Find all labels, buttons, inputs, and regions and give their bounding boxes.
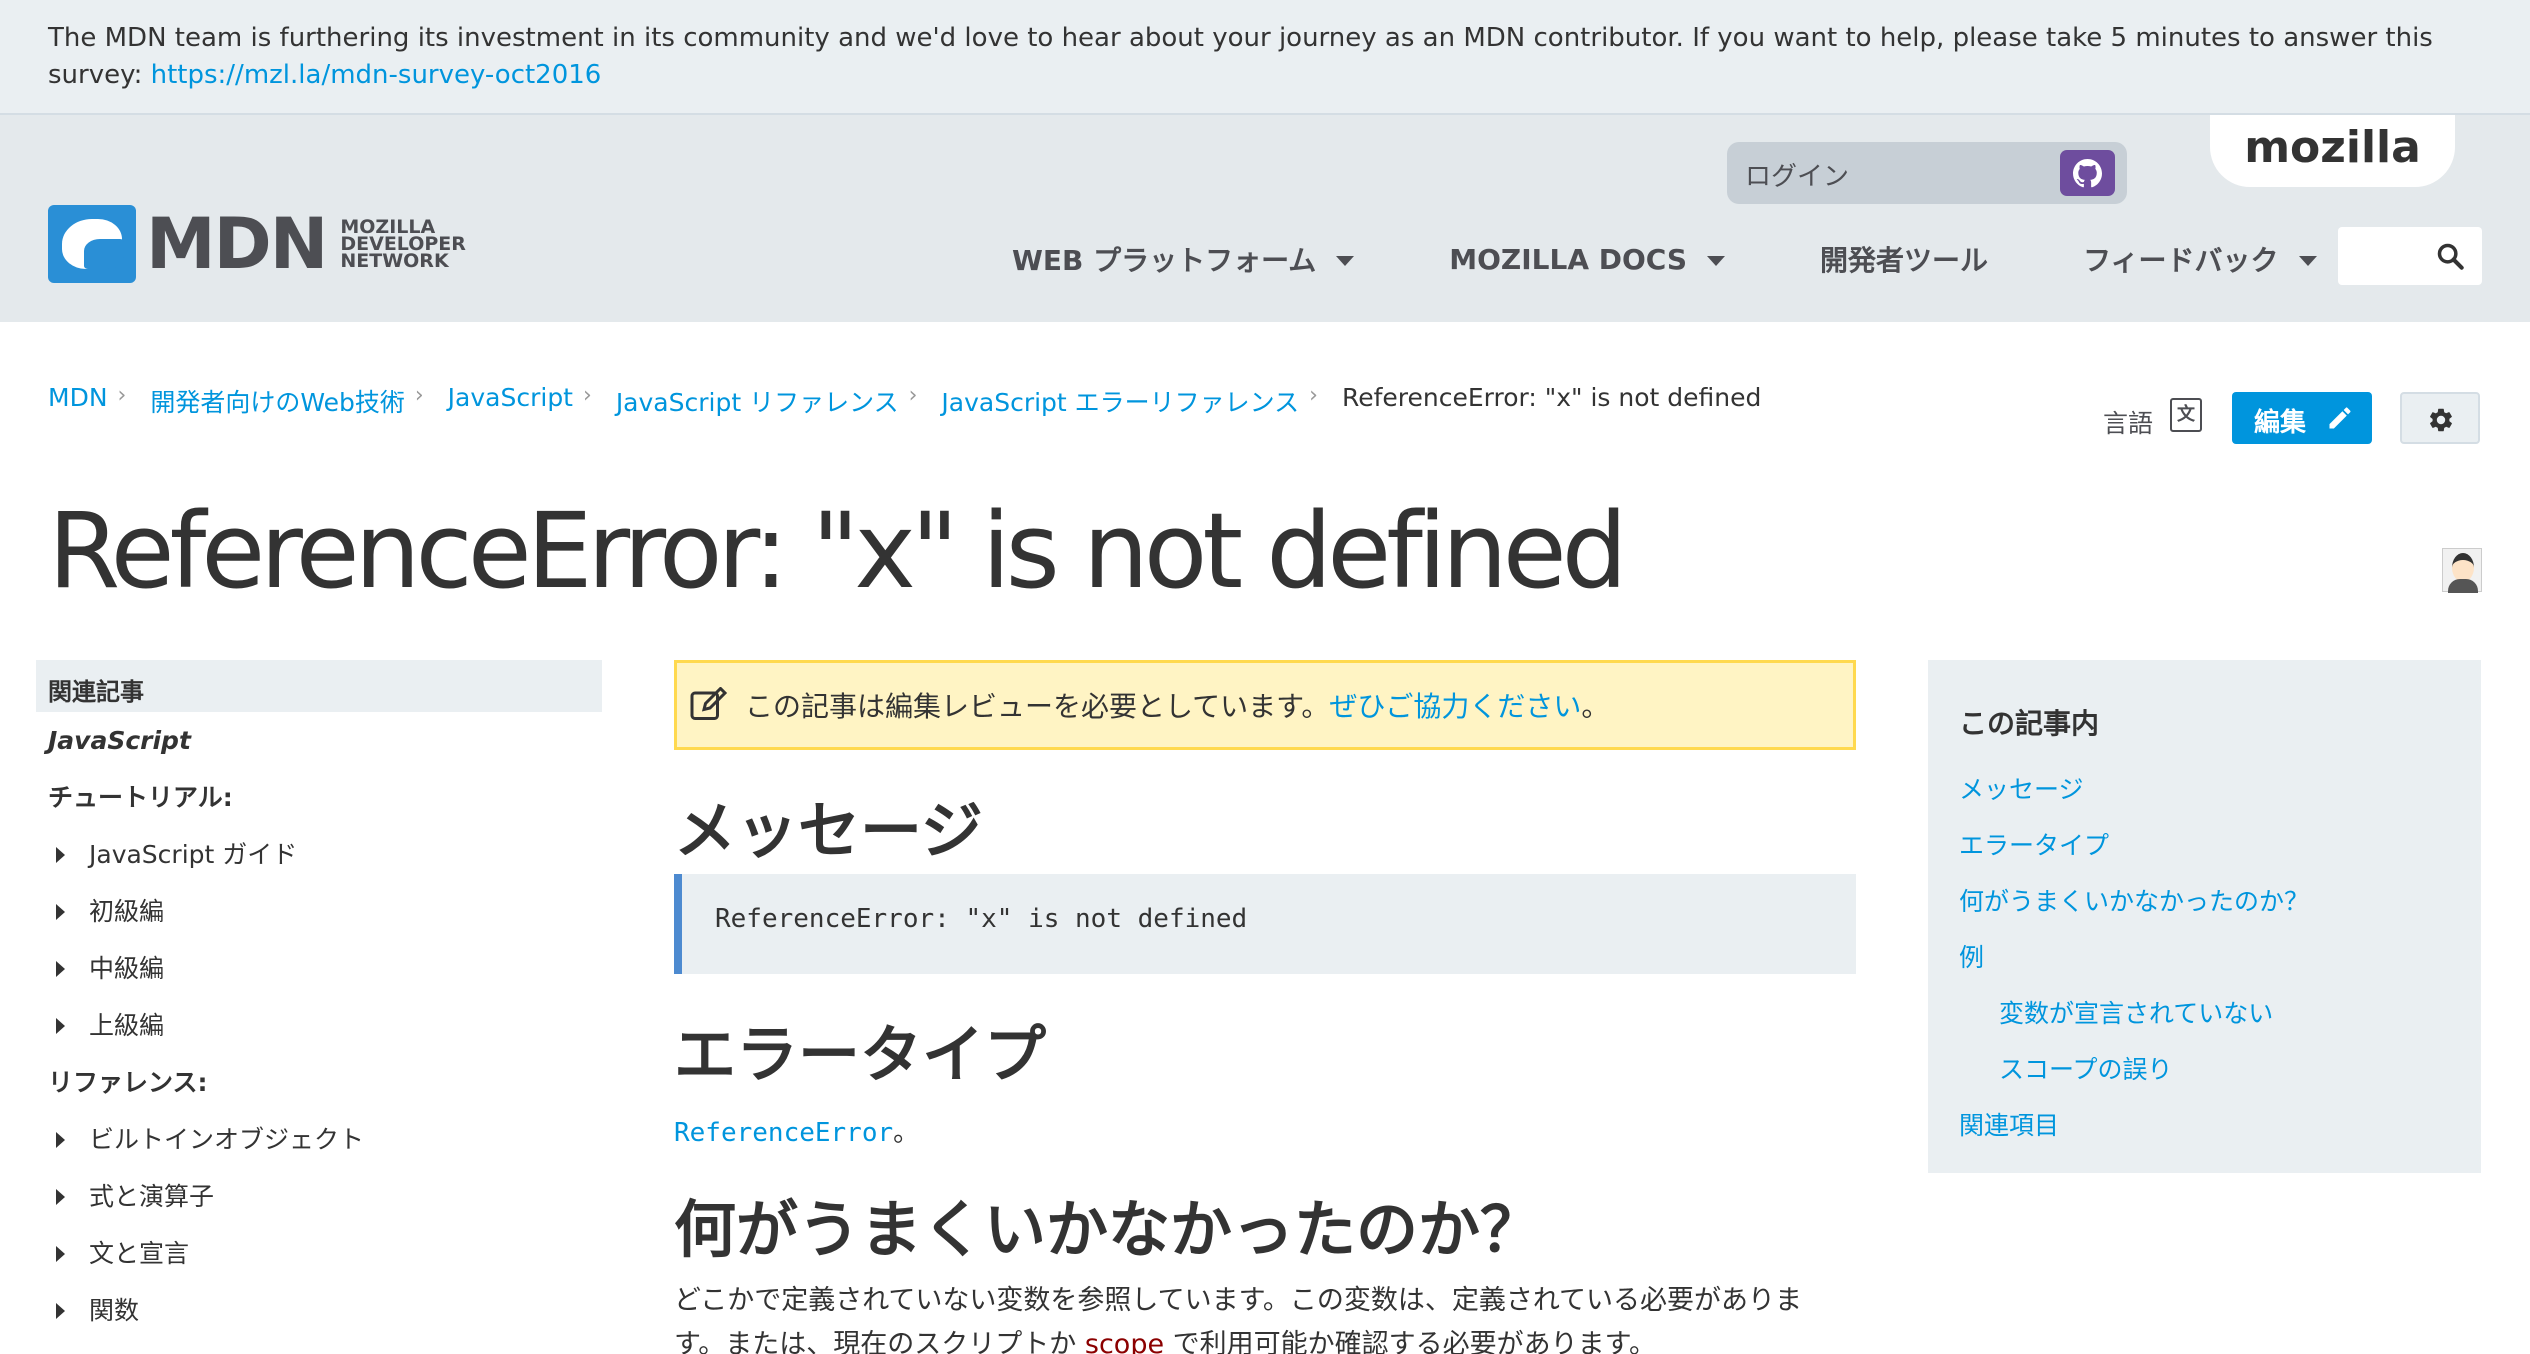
toc-title: この記事内 — [1959, 707, 2100, 740]
table-of-contents: この記事内 メッセージ エラータイプ 何がうまくいかなかったのか？ 例 変数が宣… — [1928, 660, 2481, 1173]
page-title: ReferenceError: "x" is not defined — [48, 490, 1628, 612]
chevron-right-icon: › — [414, 383, 424, 408]
language-label[interactable]: 言語 — [2103, 404, 2153, 440]
breadcrumb-js-errors[interactable]: JavaScript エラーリファレンス — [941, 383, 1299, 419]
chevron-down-icon — [1336, 256, 1355, 266]
github-login-button[interactable] — [2060, 150, 2115, 196]
sidebar-heading: 関連記事 — [36, 660, 602, 712]
gear-icon — [2430, 408, 2452, 432]
error-type-line: ReferenceError。 — [674, 1118, 920, 1148]
chevron-down-icon — [1707, 256, 1726, 266]
expand-arrow-icon — [56, 1302, 65, 1319]
translate-icon[interactable]: 文 — [2170, 398, 2202, 432]
sidebar-item-beginner[interactable]: 初級編 — [36, 883, 602, 940]
expand-arrow-icon — [56, 1131, 65, 1148]
nav-mozilla-docs[interactable]: MOZILLA DOCS — [1449, 239, 1726, 279]
chevron-down-icon — [2298, 256, 2317, 266]
sidebar-item-intermediate[interactable]: 中級編 — [36, 940, 602, 997]
github-icon — [2073, 159, 2102, 188]
sidebar-item-javascript[interactable]: JavaScript — [36, 712, 602, 769]
expand-arrow-icon — [56, 903, 65, 920]
expand-arrow-icon — [56, 1245, 65, 1262]
message-code-block: ReferenceError: "x" is not defined — [674, 874, 1856, 974]
toc-item-examples[interactable]: 例 — [1959, 930, 2450, 986]
nav-developer-tools[interactable]: 開発者ツール — [1820, 239, 1988, 279]
sidebar-item-builtins[interactable]: ビルトインオブジェクト — [36, 1111, 602, 1168]
chevron-right-icon: › — [1309, 383, 1318, 408]
sidebar-item-functions[interactable]: 関数 — [36, 1282, 602, 1339]
breadcrumb-current: ReferenceError: "x" is not defined — [1341, 383, 1762, 412]
sidebar-item-guide[interactable]: JavaScript ガイド — [36, 826, 602, 883]
edit-button[interactable]: 編集 — [2232, 392, 2372, 444]
dinosaur-logo-icon — [48, 205, 136, 283]
article-content: この記事は編集レビューを必要としています。 ぜひご協力ください。 メッセージ Re… — [674, 660, 1856, 1354]
site-header: MDN MOZILLA DEVELOPER NETWORK mozilla ログ… — [0, 113, 2530, 322]
sidebar-item-advanced[interactable]: 上級編 — [36, 997, 602, 1054]
toc-item-see-also[interactable]: 関連項目 — [1959, 1098, 2450, 1154]
toc-item-what-went-wrong[interactable]: 何がうまくいかなかったのか？ — [1959, 874, 2450, 930]
breadcrumb-js-reference[interactable]: JavaScript リファレンス — [616, 383, 899, 419]
toc-item-not-declared[interactable]: 変数が宣言されていない — [1959, 986, 2450, 1042]
expand-arrow-icon — [56, 1188, 65, 1205]
reference-error-link[interactable]: ReferenceError — [674, 1118, 893, 1148]
sidebar-item-statements[interactable]: 文と宣言 — [36, 1225, 602, 1282]
sidebar-tutorials-label: チュートリアル: — [48, 783, 233, 812]
scope-link[interactable]: scope — [1085, 1329, 1164, 1354]
notice-help-link[interactable]: ぜひご協力ください — [1329, 685, 1581, 725]
search-icon — [2437, 243, 2464, 270]
chevron-right-icon: › — [583, 383, 592, 408]
login-label: ログイン — [1745, 162, 1850, 192]
chevron-right-icon: › — [117, 383, 127, 408]
survey-link[interactable]: https://mzl.la/mdn-survey-oct2016 — [151, 60, 602, 90]
pencil-icon — [2329, 407, 2351, 429]
expand-arrow-icon — [56, 960, 65, 977]
toc-item-error-type[interactable]: エラータイプ — [1959, 818, 2450, 874]
heading-error-type: エラータイプ — [674, 1018, 1047, 1091]
notice-text: この記事は編集レビューを必要としています。 — [745, 690, 1330, 723]
contributor-avatar[interactable] — [2442, 548, 2482, 593]
toc-item-message[interactable]: メッセージ — [1959, 762, 2450, 818]
search-input[interactable] — [2338, 227, 2482, 285]
expand-arrow-icon — [56, 846, 65, 863]
edit-label: 編集 — [2254, 408, 2307, 438]
mdn-logo[interactable]: MDN MOZILLA DEVELOPER NETWORK — [48, 203, 466, 285]
nav-feedback[interactable]: フィードバック — [2083, 239, 2317, 279]
breadcrumb: MDN › 開発者向けのWeb技術 › JavaScript › JavaScript… — [48, 383, 1761, 419]
breadcrumb-web-tech[interactable]: 開発者向けのWeb技術 — [150, 383, 405, 419]
related-articles-sidebar: 関連記事 JavaScript チュートリアル: JavaScript ガイド … — [36, 660, 602, 1339]
toc-item-wrong-scope[interactable]: スコープの誤り — [1959, 1042, 2450, 1098]
chevron-right-icon: › — [908, 383, 918, 408]
sidebar-references-label: リファレンス: — [48, 1068, 208, 1097]
edit-note-icon — [690, 687, 728, 720]
settings-button[interactable] — [2400, 392, 2480, 444]
main-nav: WEB プラットフォーム MOZILLA DOCS 開発者ツール フィードバック — [1012, 239, 2412, 279]
survey-banner: The MDN team is furthering its investmen… — [0, 0, 2530, 113]
breadcrumb-mdn[interactable]: MDN — [48, 383, 108, 419]
login-box[interactable]: ログイン — [1727, 142, 2127, 204]
nav-web-platform[interactable]: WEB プラットフォーム — [1012, 239, 1355, 279]
heading-message: メッセージ — [674, 794, 983, 867]
sidebar-item-operators[interactable]: 式と演算子 — [36, 1168, 602, 1225]
explanation-paragraph: どこかで定義されていない変数を参照しています。この変数は、定義されている必要があ… — [674, 1279, 1856, 1354]
logo-subtitle: MOZILLA DEVELOPER NETWORK — [340, 215, 466, 272]
logo-text: MDN — [146, 203, 328, 285]
review-notice: この記事は編集レビューを必要としています。 ぜひご協力ください。 — [674, 660, 1856, 750]
heading-what-went-wrong: 何がうまくいかなかったのか？ — [674, 1193, 1543, 1266]
mozilla-tab[interactable]: mozilla — [2210, 115, 2455, 187]
expand-arrow-icon — [56, 1017, 65, 1034]
breadcrumb-javascript[interactable]: JavaScript — [448, 383, 573, 419]
